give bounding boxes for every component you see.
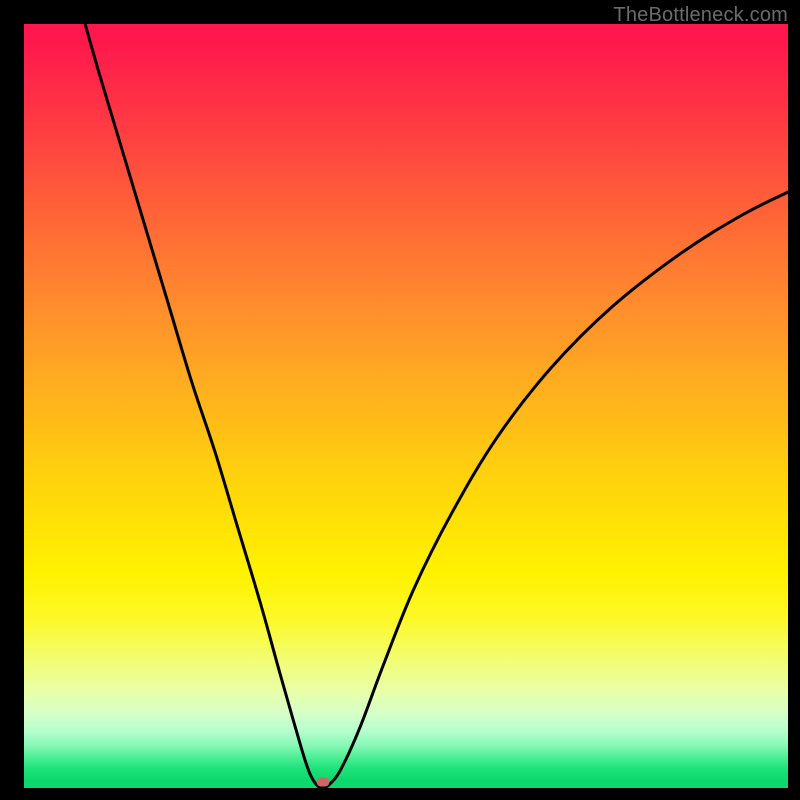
plot-area: [24, 24, 788, 788]
bottleneck-curve: [85, 24, 788, 788]
watermark-text: TheBottleneck.com: [613, 4, 788, 27]
chart-frame: TheBottleneck.com: [0, 0, 800, 800]
min-marker: [317, 777, 330, 786]
curve-svg: [24, 24, 788, 788]
